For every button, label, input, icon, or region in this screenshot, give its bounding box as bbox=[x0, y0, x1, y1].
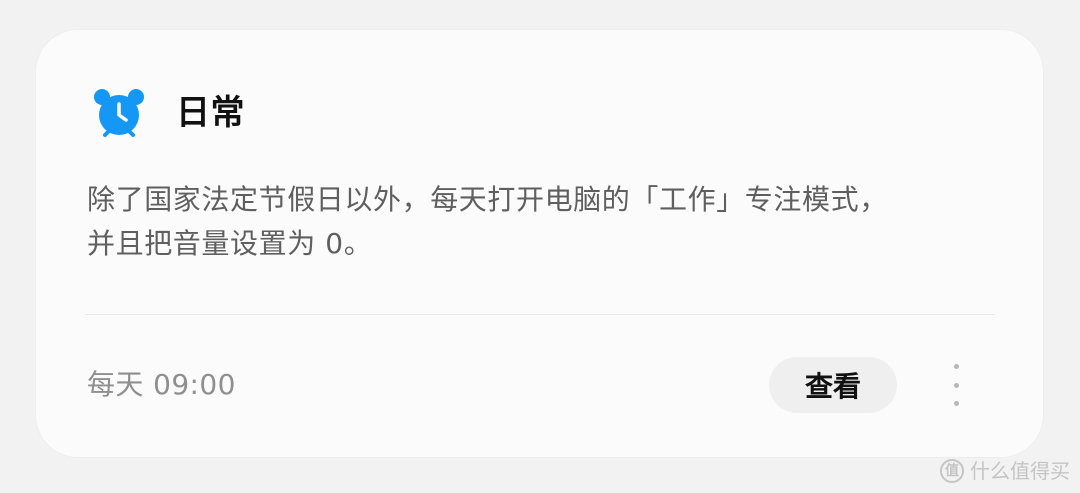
card-title: 日常 bbox=[176, 93, 245, 133]
divider bbox=[85, 314, 995, 315]
watermark-text: 什么值得买 bbox=[970, 459, 1070, 483]
alarm-clock-icon bbox=[94, 89, 144, 137]
description-line-2: 并且把音量设置为 0。 bbox=[87, 227, 373, 260]
view-button[interactable]: 查看 bbox=[769, 357, 897, 413]
watermark: 值 什么值得买 bbox=[940, 459, 1070, 483]
routine-card[interactable]: 日常 除了国家法定节假日以外，每天打开电脑的「工作」专注模式， 并且把音量设置为… bbox=[36, 30, 1043, 457]
watermark-logo-icon: 值 bbox=[940, 459, 964, 483]
description-line-1: 除了国家法定节假日以外，每天打开电脑的「工作」专注模式， bbox=[87, 183, 888, 216]
screen: 日常 除了国家法定节假日以外，每天打开电脑的「工作」专注模式， 并且把音量设置为… bbox=[0, 0, 1080, 493]
more-dot bbox=[953, 401, 959, 406]
card-header: 日常 bbox=[90, 84, 245, 142]
more-dot bbox=[953, 382, 959, 388]
more-dot bbox=[953, 364, 959, 369]
more-vertical-icon[interactable] bbox=[941, 364, 971, 406]
schedule-text: 每天 09:00 bbox=[87, 368, 236, 401]
card-description: 除了国家法定节假日以外，每天打开电脑的「工作」专注模式， 并且把音量设置为 0。 bbox=[87, 178, 1007, 266]
